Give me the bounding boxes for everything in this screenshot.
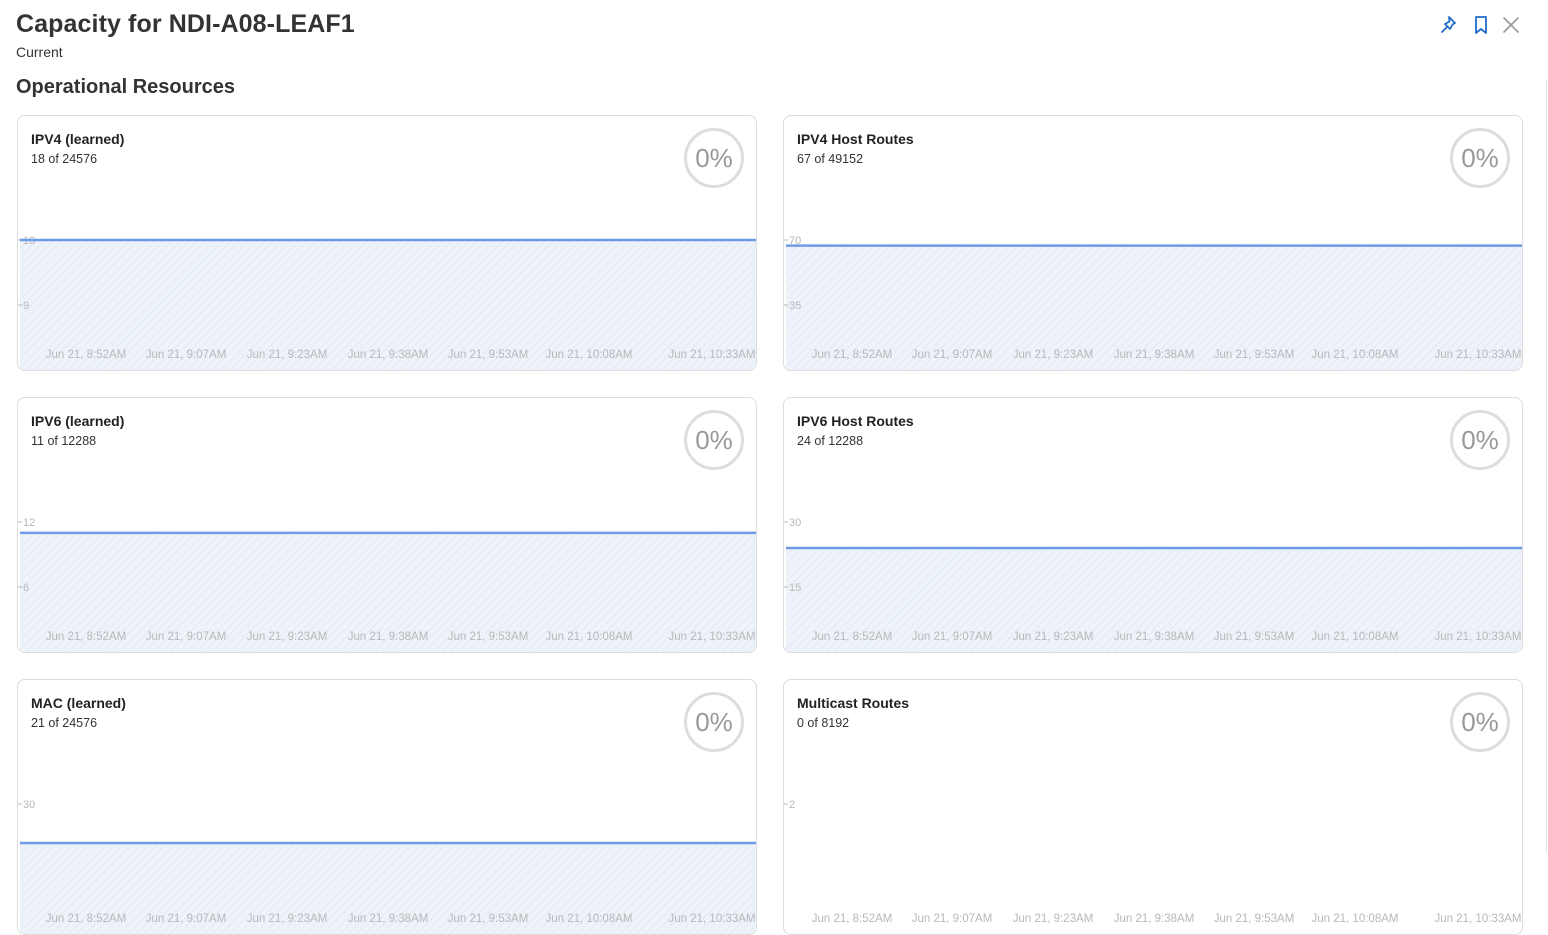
card-usage: 0 of 8192 xyxy=(797,716,850,730)
capacity-card[interactable]: Multicast Routes 0 of 8192 0% 2 Jun 21, 8… xyxy=(783,679,1523,935)
x-tick-label: Jun 21, 9:07AM xyxy=(146,631,227,643)
x-tick-label: Jun 21, 9:53AM xyxy=(1214,913,1295,925)
card-usage: 11 of 12288 xyxy=(31,434,97,448)
x-tick-label: Jun 21, 9:23AM xyxy=(247,913,328,925)
x-tick-label: Jun 21, 9:53AM xyxy=(1214,349,1295,361)
usage-chart-svg: 30 Jun 21, 8:52AM Jun 21, 9:07AM Jun 21, 9:… xyxy=(18,799,756,934)
page-subtitle: Current xyxy=(16,44,63,60)
x-tick-label: Jun 21, 9:07AM xyxy=(146,913,227,925)
x-tick-label: Jun 21, 9:53AM xyxy=(448,631,529,643)
y-tick-label: 30 xyxy=(789,517,801,529)
usage-chart: 30 Jun 21, 8:52AM Jun 21, 9:07AM Jun 21, 9:… xyxy=(18,780,756,934)
x-tick-label: Jun 21, 8:52AM xyxy=(46,631,127,643)
usage-chart: 18 9 Jun 21, 8:52AM Jun 21, 9:07AM Jun 21, 9… xyxy=(18,216,756,370)
x-tick-label: Jun 21, 10:33AM xyxy=(669,631,756,643)
usage-chart-svg: 189Jun 21, 8:52AM Jun 21, 9:07AM Jun 21, 9… xyxy=(18,235,756,370)
x-tick-label: Jun 21, 9:38AM xyxy=(348,913,429,925)
x-tick-label: Jun 21, 9:23AM xyxy=(247,349,328,361)
x-tick-label: Jun 21, 9:38AM xyxy=(1114,349,1195,361)
card-title: IPV6 (learned) xyxy=(31,413,125,429)
vertical-divider xyxy=(1546,80,1547,853)
x-tick-label: Jun 21, 9:38AM xyxy=(348,631,429,643)
usage-percent-ring: 0% xyxy=(1450,128,1510,188)
x-tick-label: Jun 21, 8:52AM xyxy=(46,913,127,925)
x-tick-label: Jun 21, 8:52AM xyxy=(812,913,893,925)
y-tick-label: 35 xyxy=(789,300,801,312)
pin-button[interactable] xyxy=(1438,14,1460,36)
capacity-card[interactable]: IPV4 (learned) 18 of 24576 0% 18 9 Jun 21,… xyxy=(17,115,757,371)
x-tick-label: Jun 21, 10:08AM xyxy=(546,349,633,361)
usage-chart-svg: 12 6 Jun 21, 8:52AM Jun 21, 9:07AM Jun 21, 9… xyxy=(18,517,756,652)
x-tick-label: Jun 21, 10:33AM xyxy=(1435,349,1522,361)
x-tick-label: Jun 21, 9:53AM xyxy=(1214,631,1295,643)
y-tick-label: 2 xyxy=(789,799,795,811)
y-tick-label: 15 xyxy=(789,582,801,594)
usage-chart-svg: 2 Jun 21, 8:52AM Jun 21, 9:07AM Jun 21, 9:2… xyxy=(784,799,1522,925)
card-title: IPV6 Host Routes xyxy=(797,413,914,429)
card-title: Multicast Routes xyxy=(797,695,910,711)
card-usage: 24 of 12288 xyxy=(797,434,864,448)
usage-percent-ring: 0% xyxy=(684,410,744,470)
usage-percent-ring: 0% xyxy=(1450,410,1510,470)
x-tick-label: Jun 21, 9:38AM xyxy=(1114,913,1195,925)
close-button[interactable] xyxy=(1500,14,1522,36)
x-tick-label: Jun 21, 8:52AM xyxy=(812,349,893,361)
x-tick-label: Jun 21, 10:08AM xyxy=(546,631,633,643)
usage-chart: 70 35 Jun 21, 8:52AM Jun 21, 9:07AM Jun 21, … xyxy=(784,216,1522,370)
usage-chart: 12 6 Jun 21, 8:52AM Jun 21, 9:07AM Jun 21, 9… xyxy=(18,498,756,652)
usage-chart: 2 Jun 21, 8:52AM Jun 21, 9:07AM Jun 21, 9:2… xyxy=(784,780,1522,934)
x-tick-label: Jun 21, 10:33AM xyxy=(1435,631,1522,643)
x-tick-label: Jun 21, 9:07AM xyxy=(146,349,227,361)
x-tick-label: Jun 21, 9:23AM xyxy=(1013,349,1094,361)
x-tick-label: Jun 21, 9:23AM xyxy=(1013,631,1094,643)
y-tick-label: 9 xyxy=(23,300,29,312)
close-icon xyxy=(1503,17,1519,33)
x-tick-label: Jun 21, 9:07AM xyxy=(912,631,993,643)
x-tick-label: Jun 21, 10:08AM xyxy=(1312,349,1399,361)
y-tick-label: 6 xyxy=(23,582,29,594)
card-title: MAC (learned) xyxy=(31,695,126,711)
bookmark-icon xyxy=(1475,16,1487,34)
x-tick-label: Jun 21, 9:07AM xyxy=(912,349,993,361)
card-usage: 18 of 24576 xyxy=(31,152,98,166)
card-usage: 21 of 24576 xyxy=(31,716,98,730)
capacity-card[interactable]: IPV6 Host Routes 24 of 12288 0% 30 15 Jun … xyxy=(783,397,1523,653)
x-tick-label: Jun 21, 9:53AM xyxy=(448,349,529,361)
y-tick-label: 12 xyxy=(23,517,35,529)
x-tick-label: Jun 21, 10:08AM xyxy=(1312,913,1399,925)
section-title: Operational Resources xyxy=(16,76,235,98)
x-tick-label: Jun 21, 10:33AM xyxy=(669,349,756,361)
x-tick-label: Jun 21, 10:33AM xyxy=(1435,913,1522,925)
capacity-card[interactable]: IPV6 (learned) 11 of 12288 0% 12 6 Jun 21,… xyxy=(17,397,757,653)
x-tick-label: Jun 21, 8:52AM xyxy=(46,349,127,361)
x-tick-label: Jun 21, 9:23AM xyxy=(1013,913,1094,925)
bookmark-button[interactable] xyxy=(1470,14,1492,36)
x-tick-label: Jun 21, 9:23AM xyxy=(247,631,328,643)
page-header: Capacity for NDI-A08-LEAF1 Current xyxy=(16,8,355,60)
usage-chart: 30 15 Jun 21, 8:52AM Jun 21, 9:07AM Jun 21, … xyxy=(784,498,1522,652)
x-tick-label: Jun 21, 9:53AM xyxy=(448,913,529,925)
header-actions xyxy=(1438,14,1548,38)
x-tick-label: Jun 21, 9:38AM xyxy=(348,349,429,361)
capacity-card[interactable]: IPV4 Host Routes 67 of 49152 0% 70 35 Jun … xyxy=(783,115,1523,371)
usage-chart-svg: 7035Jun 21, 8:52AM Jun 21, 9:07AM Jun 21, … xyxy=(784,235,1522,370)
x-tick-label: Jun 21, 9:07AM xyxy=(912,913,993,925)
usage-percent-ring: 0% xyxy=(684,692,744,752)
x-tick-label: Jun 21, 8:52AM xyxy=(812,631,893,643)
y-tick-label: 30 xyxy=(23,799,35,811)
card-title: IPV4 (learned) xyxy=(31,131,125,147)
card-title: IPV4 Host Routes xyxy=(797,131,914,147)
usage-chart-svg: 30 15 Jun 21, 8:52AM Jun 21, 9:07AM Jun 21, … xyxy=(784,517,1522,652)
x-tick-label: Jun 21, 9:38AM xyxy=(1114,631,1195,643)
x-tick-label: Jun 21, 10:08AM xyxy=(546,913,633,925)
x-tick-label: Jun 21, 10:08AM xyxy=(1312,631,1399,643)
pin-icon xyxy=(1441,16,1456,33)
x-tick-label: Jun 21, 10:33AM xyxy=(669,913,756,925)
card-usage: 67 of 49152 xyxy=(797,152,864,166)
usage-percent-ring: 0% xyxy=(1450,692,1510,752)
page-title: Capacity for NDI-A08-LEAF1 xyxy=(16,10,355,38)
usage-percent-ring: 0% xyxy=(684,128,744,188)
capacity-card[interactable]: MAC (learned) 21 of 24576 0% 30 Jun 21, 8… xyxy=(17,679,757,935)
